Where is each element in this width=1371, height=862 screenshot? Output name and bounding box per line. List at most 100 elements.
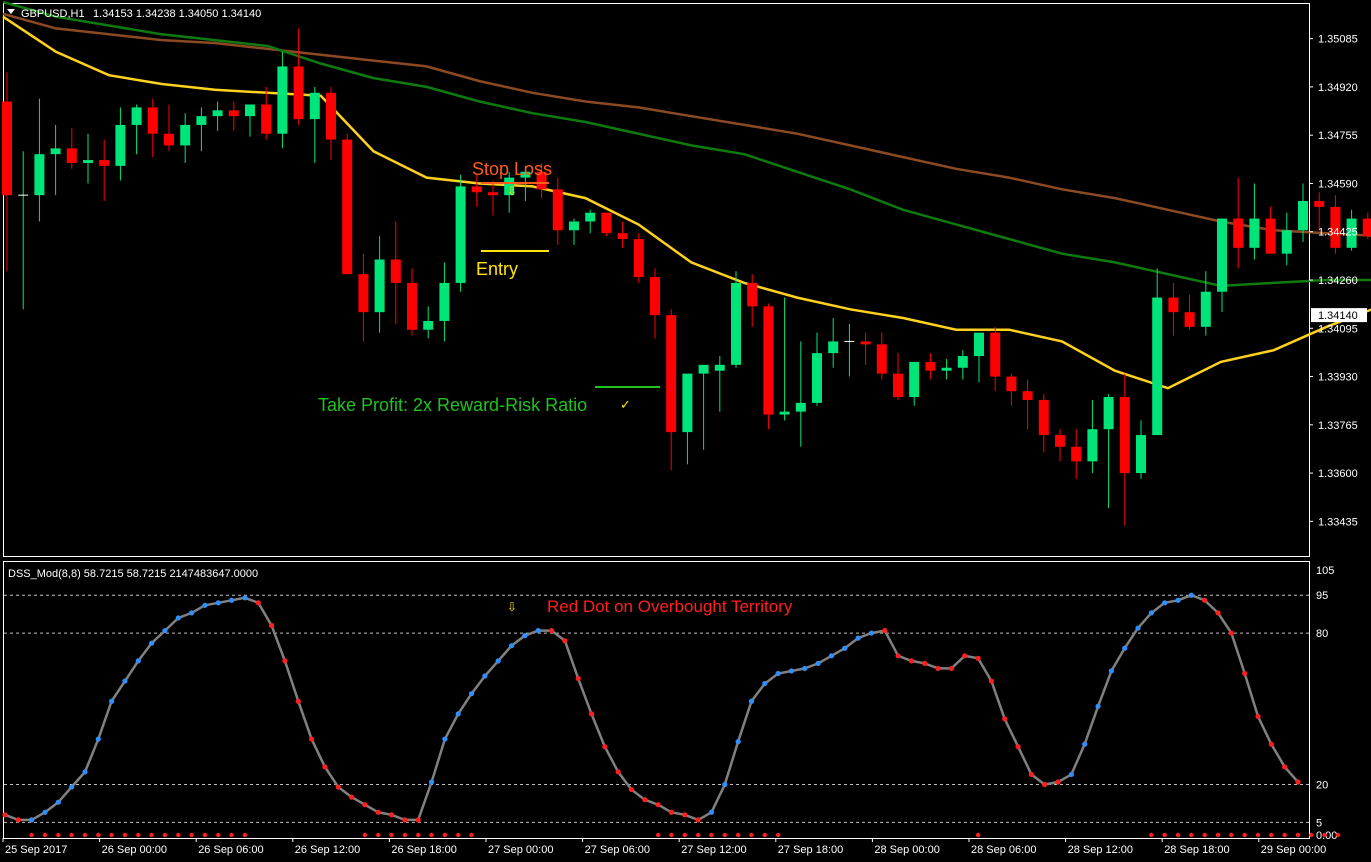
- dss-dot: [508, 643, 515, 649]
- time-tick-label: 28 Sep 00:00: [874, 844, 939, 856]
- price-tick-label: 1.34260: [1318, 275, 1358, 287]
- dss-dot: [202, 602, 208, 608]
- take-profit-label: Take Profit: 2x Reward-Risk Ratio: [318, 395, 587, 415]
- candle-body: [50, 148, 61, 155]
- dss-dot: [1122, 645, 1128, 651]
- candle-body: [957, 356, 968, 368]
- bottom-marker-dot: [416, 832, 421, 838]
- dss-tick-label: 0.00: [1316, 830, 1337, 842]
- dss-dot: [215, 600, 221, 606]
- candle-body: [1184, 312, 1195, 327]
- bottom-marker-dot: [469, 832, 474, 838]
- symbol-label: GBPUSD,H1: [21, 8, 85, 20]
- indicator-label: DSS_Mod(8,8) 58.7215 58.7215 2147483647.…: [8, 568, 258, 580]
- candle-body: [731, 282, 741, 365]
- candle: [844, 323, 855, 377]
- bottom-marker-dot: [456, 832, 461, 838]
- dss-dot: [735, 739, 741, 745]
- dss-dot: [628, 786, 635, 793]
- candle-body: [650, 277, 660, 316]
- candle: [1168, 282, 1179, 336]
- dss-dot: [1188, 592, 1194, 598]
- dss-dot: [402, 817, 408, 823]
- dss-dot: [828, 653, 835, 659]
- bottom-marker-dot: [362, 832, 368, 838]
- candle-body: [779, 411, 790, 415]
- candle-body: [633, 239, 644, 278]
- bottom-marker-dot: [975, 832, 981, 838]
- dss-dot: [308, 736, 315, 742]
- bottom-marker-dot: [1255, 832, 1261, 838]
- candle: [309, 86, 320, 163]
- candle: [569, 218, 579, 245]
- candle: [925, 353, 936, 380]
- candle: [212, 101, 223, 131]
- dss-dot: [815, 660, 821, 666]
- dss-dot: [1268, 741, 1274, 747]
- time-tick-label: 27 Sep 00:00: [488, 844, 553, 856]
- dss-dot: [562, 638, 568, 644]
- candle-body: [99, 160, 110, 166]
- candle-body: [747, 282, 758, 307]
- candle: [358, 253, 369, 342]
- dss-dot: [322, 764, 328, 770]
- candle-body: [1055, 435, 1065, 447]
- candle: [245, 104, 255, 137]
- current-price-label: 1.34140: [1318, 310, 1358, 322]
- dss-dot: [442, 736, 448, 742]
- candle-body: [1265, 218, 1276, 254]
- candle: [390, 221, 401, 324]
- candle-body: [180, 124, 191, 146]
- dss-dot: [482, 673, 488, 679]
- dss-dot: [615, 769, 621, 775]
- dss-dot: [455, 711, 461, 717]
- dss-dot: [255, 600, 261, 606]
- candle-body: [342, 139, 353, 275]
- candle-body: [488, 192, 498, 196]
- candle: [617, 221, 628, 248]
- candle-body: [666, 315, 677, 433]
- stop-loss-label: Stop Loss: [472, 159, 552, 179]
- dss-dot: [868, 630, 875, 636]
- bottom-marker-dot: [29, 832, 34, 838]
- candle-body: [990, 332, 1001, 377]
- candle-body: [1298, 201, 1308, 231]
- candle-body: [2, 101, 12, 196]
- entry-label: Entry: [476, 259, 518, 279]
- candle: [1233, 177, 1244, 269]
- bottom-marker-dot: [402, 832, 408, 838]
- dss-dot: [109, 698, 115, 704]
- dss-dot: [495, 658, 501, 664]
- candle-body: [358, 274, 369, 313]
- candle: [860, 332, 871, 365]
- dss-dot: [1162, 600, 1168, 606]
- chart-menu-arrow-icon[interactable]: [7, 9, 15, 14]
- candle-body: [212, 110, 223, 117]
- dss-dot: [242, 595, 248, 601]
- candle: [407, 268, 417, 336]
- dss-dot: [908, 658, 915, 664]
- time-tick-label: 28 Sep 18:00: [1164, 844, 1229, 856]
- dss-dot: [695, 817, 701, 823]
- bottom-marker-dot: [655, 832, 661, 838]
- dss-dot: [229, 597, 235, 603]
- dss-dot: [548, 627, 555, 634]
- candle-body: [34, 154, 45, 196]
- candle: [974, 332, 984, 383]
- candle: [50, 124, 61, 196]
- candle: [131, 104, 142, 155]
- dss-dot: [428, 779, 435, 785]
- candle: [34, 98, 45, 222]
- bottom-marker-dot: [1175, 832, 1181, 838]
- candle-body: [1233, 218, 1244, 248]
- candle: [1217, 218, 1227, 313]
- time-tick-label: 26 Sep 18:00: [391, 844, 456, 856]
- bottom-marker-dot: [429, 832, 434, 838]
- dss-dot: [708, 809, 715, 815]
- candle: [731, 271, 741, 368]
- time-tick-label: 28 Sep 12:00: [1068, 844, 1133, 856]
- candle-body: [552, 189, 563, 231]
- candle-body: [812, 353, 822, 403]
- candle-body: [1071, 446, 1082, 462]
- dss-dot: [762, 680, 768, 687]
